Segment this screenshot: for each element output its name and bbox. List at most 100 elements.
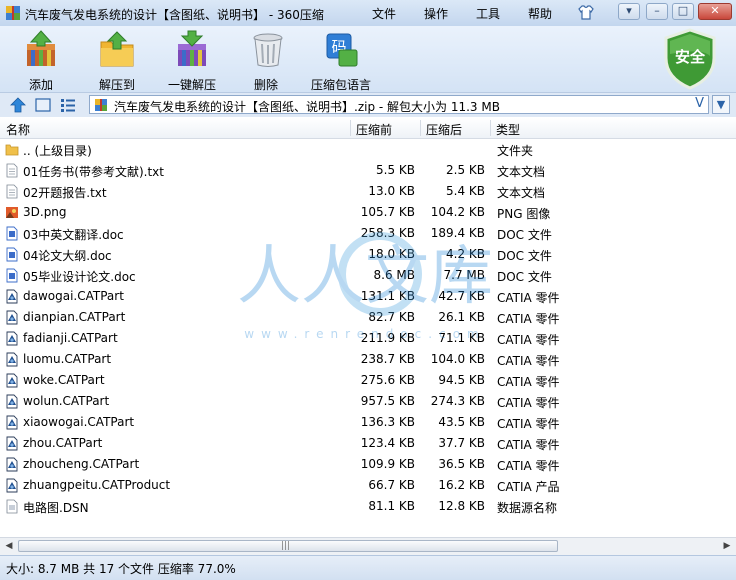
text-file-icon (6, 184, 18, 199)
minimize-button[interactable]: – (646, 3, 668, 20)
file-size: 66.7 KB (368, 478, 415, 492)
scrollbar-thumb[interactable]: ||| (18, 540, 558, 552)
file-row[interactable]: 04论文大纲.doc 18.0 KB 4.2 KB DOC 文件 (0, 244, 736, 265)
file-name: dianpian.CATPart (23, 310, 126, 324)
archive-language-button[interactable]: 码 压缩包语言 (310, 30, 372, 93)
file-packed-size: 37.7 KB (438, 436, 485, 450)
file-row[interactable]: 05毕业设计论文.doc 8.6 MB 7.7 MB DOC 文件 (0, 265, 736, 286)
column-size[interactable]: 压缩前 (356, 121, 392, 138)
file-packed-size: 4.2 KB (446, 247, 485, 261)
title-bar: 汽车废气发电系统的设计【含图纸、说明书】 - 360压缩 文件 操作 工具 帮助… (0, 0, 736, 26)
add-button[interactable]: 添加 (20, 30, 62, 93)
file-row[interactable]: .. (上级目录) 文件夹 (0, 139, 736, 160)
menu-tools[interactable]: 工具 (476, 5, 500, 22)
toolbar: 添加 解压到 一键解压 删除 码 压缩包语言 安全 (0, 26, 736, 92)
column-divider[interactable] (350, 120, 351, 136)
scroll-left-arrow-icon[interactable]: ◀ (2, 540, 16, 552)
menu-help[interactable]: 帮助 (528, 5, 552, 22)
file-type: 文本文档 (497, 165, 546, 179)
file-size: 18.0 KB (368, 247, 415, 261)
skin-shirt-icon[interactable] (577, 4, 595, 21)
archive-icon (95, 99, 107, 111)
column-packed[interactable]: 压缩后 (426, 121, 462, 138)
file-packed-size: 274.3 KB (430, 394, 485, 408)
file-size: 238.7 KB (360, 352, 415, 366)
file-type: CATIA 零件 (497, 333, 560, 347)
file-row[interactable]: 电路图.DSN 81.1 KB 12.8 KB 数据源名称 (0, 496, 736, 517)
file-row[interactable]: 01任务书(带参考文献).txt 5.5 KB 2.5 KB 文本文档 (0, 160, 736, 181)
file-name: 01任务书(带参考文献).txt (23, 165, 164, 179)
file-row[interactable]: wolun.CATPart 957.5 KB 274.3 KB CATIA 零件 (0, 391, 736, 412)
file-row[interactable]: fadianji.CATPart 211.9 KB 71.1 KB CATIA 零件 (0, 328, 736, 349)
doc-file-icon (6, 268, 18, 283)
menu-operation[interactable]: 操作 (424, 5, 448, 22)
file-type: CATIA 零件 (497, 354, 560, 368)
file-packed-size: 42.7 KB (438, 289, 485, 303)
file-size: 13.0 KB (368, 184, 415, 198)
file-packed-size: 5.4 KB (446, 184, 485, 198)
column-divider[interactable] (490, 120, 491, 136)
catia-file-icon (6, 394, 18, 409)
file-row[interactable]: zhou.CATPart 123.4 KB 37.7 KB CATIA 零件 (0, 433, 736, 454)
file-type: 文件夹 (497, 144, 534, 158)
delete-button[interactable]: 删除 (248, 30, 284, 93)
file-size: 82.7 KB (368, 310, 415, 324)
file-size: 211.9 KB (360, 331, 415, 345)
status-text: 大小: 8.7 MB 共 17 个文件 压缩率 77.0% (6, 562, 236, 576)
file-packed-size: 36.5 KB (438, 457, 485, 471)
file-packed-size: 2.5 KB (446, 163, 485, 177)
file-row[interactable]: woke.CATPart 275.6 KB 94.5 KB CATIA 零件 (0, 370, 736, 391)
folder-icon (5, 144, 19, 156)
up-arrow-icon[interactable] (10, 97, 26, 113)
file-size: 131.1 KB (360, 289, 415, 303)
catia-file-icon (6, 373, 18, 388)
app-logo-icon (6, 6, 20, 20)
address-expand-button[interactable]: ▼ (712, 95, 730, 114)
image-file-icon (6, 207, 18, 218)
file-type: DOC 文件 (497, 270, 552, 284)
column-name[interactable]: 名称 (6, 121, 30, 138)
thumbnail-view-icon[interactable] (35, 97, 51, 113)
address-dropdown-chevron-icon[interactable]: V (695, 96, 704, 111)
address-bar[interactable]: 汽车废气发电系统的设计【含图纸、说明书】.zip - 解包大小为 11.3 MB… (89, 95, 709, 114)
file-row[interactable]: xiaowogai.CATPart 136.3 KB 43.5 KB CATIA 零件 (0, 412, 736, 433)
file-packed-size: 94.5 KB (438, 373, 485, 387)
horizontal-scrollbar[interactable]: ◀ ||| ▶ (0, 537, 736, 555)
scroll-right-arrow-icon[interactable]: ▶ (720, 540, 734, 552)
one-click-extract-button[interactable]: 一键解压 (164, 30, 220, 93)
file-name: wolun.CATPart (23, 394, 110, 408)
file-name: xiaowogai.CATPart (23, 415, 135, 429)
catia-file-icon (6, 415, 18, 430)
add-archive-icon (27, 30, 55, 66)
file-row[interactable]: 02开题报告.txt 13.0 KB 5.4 KB 文本文档 (0, 181, 736, 202)
file-type: CATIA 零件 (497, 291, 560, 305)
maximize-button[interactable]: □ (672, 3, 694, 20)
one-click-extract-label: 一键解压 (167, 78, 216, 92)
file-row[interactable]: 03中英文翻译.doc 258.3 KB 189.4 KB DOC 文件 (0, 223, 736, 244)
column-divider[interactable] (420, 120, 421, 136)
file-row[interactable]: 3D.png 105.7 KB 104.2 KB PNG 图像 (0, 202, 736, 223)
close-button[interactable]: ✕ (698, 3, 732, 20)
file-row[interactable]: zhuangpeitu.CATProduct 66.7 KB 16.2 KB CATI… (0, 475, 736, 496)
menu-file[interactable]: 文件 (372, 5, 396, 22)
file-type: CATIA 零件 (497, 375, 560, 389)
file-name: 电路图.DSN (23, 501, 89, 515)
extract-to-button[interactable]: 解压到 (92, 30, 142, 93)
file-row[interactable]: dianpian.CATPart 82.7 KB 26.1 KB CATIA 零件 (0, 307, 736, 328)
text-file-icon (6, 163, 18, 178)
file-type: CATIA 零件 (497, 459, 560, 473)
catia-file-icon (6, 436, 18, 451)
catia-file-icon (6, 478, 18, 493)
add-label: 添加 (28, 78, 53, 92)
file-row[interactable]: zhoucheng.CATPart 109.9 KB 36.5 KB CATIA 零件 (0, 454, 736, 475)
security-shield-button[interactable]: 安全 (662, 28, 718, 90)
file-row[interactable]: luomu.CATPart 238.7 KB 104.0 KB CATIA 零件 (0, 349, 736, 370)
file-row[interactable]: dawogai.CATPart 131.1 KB 42.7 KB CATIA 零件 (0, 286, 736, 307)
list-view-icon[interactable] (60, 97, 76, 113)
file-type: DOC 文件 (497, 228, 552, 242)
file-name: zhou.CATPart (23, 436, 103, 450)
file-type: CATIA 零件 (497, 438, 560, 452)
menu-dropdown-button[interactable]: ▾ (618, 3, 640, 20)
column-type[interactable]: 类型 (496, 121, 520, 138)
file-size: 123.4 KB (360, 436, 415, 450)
